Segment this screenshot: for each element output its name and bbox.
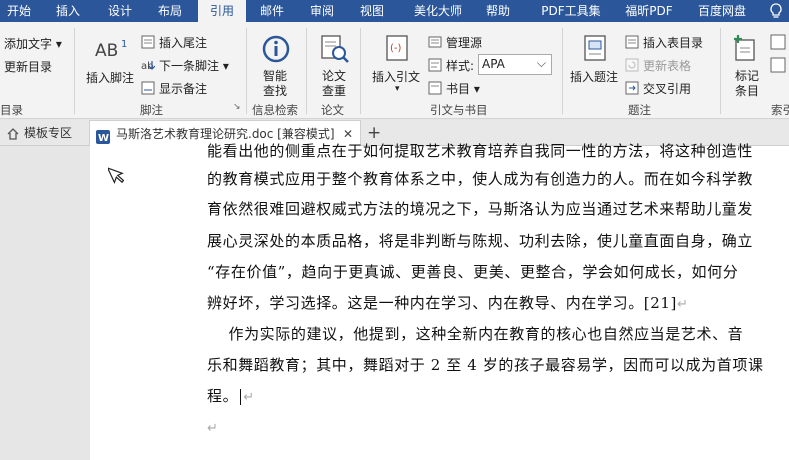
- insert-footnote-icon[interactable]: AB 1: [95, 38, 129, 64]
- insert-endnote-icon[interactable]: [141, 34, 155, 53]
- tab-layout[interactable]: 布局: [150, 0, 190, 22]
- next-footnote-button[interactable]: 下一条脚注 ▾: [159, 57, 229, 74]
- group-divider: [306, 28, 307, 114]
- insert-citation-icon[interactable]: (-): [384, 34, 412, 68]
- tab-design[interactable]: 设计: [100, 0, 140, 22]
- cross-reference-button[interactable]: 交叉引用: [643, 80, 691, 97]
- footnote-group-label: 脚注: [140, 103, 163, 117]
- group-divider: [246, 28, 247, 114]
- manage-sources-icon[interactable]: [428, 34, 442, 53]
- cross-reference-icon[interactable]: [625, 80, 639, 99]
- tab-mailings[interactable]: 邮件: [252, 0, 292, 22]
- insert-caption-icon[interactable]: [582, 34, 608, 68]
- tab-view[interactable]: 视图: [352, 0, 392, 22]
- insert-citation-dropdown-icon[interactable]: ▾: [395, 84, 400, 94]
- add-text-label: 添加文字: [4, 37, 53, 51]
- thesis-group-label: 论文: [321, 103, 344, 117]
- tab-foxit[interactable]: 福昕PDF: [618, 0, 680, 22]
- home-icon[interactable]: [6, 126, 20, 145]
- text-line-6: 辨好坏，学习选择。这是一种内在学习、内在教导、内在学习。[21]: [207, 294, 677, 312]
- tab-meihua[interactable]: 美化大师: [406, 0, 470, 22]
- group-divider: [74, 28, 75, 114]
- group-divider: [360, 28, 361, 114]
- lightbulb-icon[interactable]: [768, 2, 784, 24]
- next-footnote-label: 下一条脚注: [159, 59, 220, 73]
- mark-entry-icon[interactable]: [732, 34, 760, 68]
- text-line-1: 能看出他的侧重点在于如何提取艺术教育培养自我同一性的方法，将这种创造性: [207, 142, 754, 160]
- add-text-button[interactable]: 添加文字 ▾: [4, 35, 62, 52]
- svg-text:W: W: [98, 133, 109, 144]
- insert-index-icon[interactable]: [770, 34, 786, 54]
- group-divider: [720, 28, 721, 114]
- caption-group-label: 题注: [628, 103, 651, 117]
- tab-baidu[interactable]: 百度网盘: [692, 0, 752, 22]
- show-notes-icon[interactable]: [141, 80, 155, 99]
- style-select[interactable]: APA ⌵: [478, 54, 552, 75]
- index-group-label: 索引: [771, 103, 789, 117]
- chevron-down-icon: ⌵: [536, 56, 546, 70]
- paragraph-mark: ↵: [243, 390, 255, 405]
- ribbon-tab-bar: 开始 插入 设计 布局 引用 邮件 审阅 视图 美化大师 帮助 PDF工具集 福…: [0, 0, 789, 22]
- update-toc-button[interactable]: 更新目录: [4, 58, 52, 75]
- update-index-icon[interactable]: [770, 57, 786, 77]
- cursor-pointer-icon: [106, 164, 125, 190]
- document-area: 能看出他的侧重点在于如何提取艺术教育培养自我同一性的方法，将这种创造性 的教育模…: [0, 142, 789, 460]
- manage-sources-button[interactable]: 管理源: [446, 34, 482, 51]
- empty-line-container: ↵: [207, 418, 219, 436]
- paragraph-mark: ↵: [207, 421, 219, 436]
- text-line-4: 展心灵深处的本质品格，将是非判断与陈规、功利去除，使儿童直面自身，确立: [207, 232, 754, 250]
- insert-footnote-button[interactable]: 插入脚注: [86, 69, 134, 86]
- next-footnote-icon[interactable]: ab: [141, 57, 156, 76]
- paragraph-mark: ↵: [677, 297, 689, 312]
- thesis-check-label-2[interactable]: 查重: [322, 82, 346, 99]
- text-line-2: 的教育模式应用于整个教育体系之中，使人成为有创造力的人。而在如今科学教: [207, 170, 754, 188]
- ribbon: 添加文字 ▾ 更新目录 目录 AB 1 插入脚注 插入尾注 ab 下一条脚注 ▾ …: [0, 22, 789, 119]
- mark-entry-label-2[interactable]: 条目: [735, 82, 759, 99]
- bibliography-button[interactable]: 书目 ▾: [446, 80, 480, 97]
- svg-text:1: 1: [121, 39, 127, 50]
- text-line-6-container: 辨好坏，学习选择。这是一种内在学习、内在教导、内在学习。[21]↵: [207, 292, 689, 313]
- document-tab-title: 马斯洛艺术教育理论研究.doc [兼容模式]: [116, 127, 335, 141]
- tab-insert[interactable]: 插入: [48, 0, 88, 22]
- text-line-9-container: 程。 ↵: [207, 385, 255, 406]
- thesis-check-icon[interactable]: [320, 34, 350, 68]
- dialog-launcher-icon[interactable]: ↘: [233, 102, 241, 112]
- svg-text:(-): (-): [390, 43, 402, 54]
- text-line-7: 作为实际的建议，他提到，这种全新内在教育的核心也自然应当是艺术、音: [207, 325, 744, 343]
- style-select-value: APA: [482, 57, 505, 71]
- update-table-button: 更新表格: [643, 59, 692, 73]
- tab-help[interactable]: 帮助: [478, 0, 518, 22]
- bibliography-icon[interactable]: [428, 80, 442, 99]
- info-group-label: 信息检索: [252, 103, 298, 117]
- text-line-3: 育依然很难回避权威式方法的境况之下，马斯洛认为应当通过艺术来帮助儿童发: [207, 200, 754, 218]
- tab-references[interactable]: 引用: [198, 0, 246, 22]
- smart-lookup-label-2[interactable]: 查找: [263, 82, 287, 99]
- insert-citation-button[interactable]: 插入引文: [372, 68, 420, 85]
- update-table-icon: [625, 57, 639, 76]
- toc-group-label: 目录: [0, 103, 23, 117]
- style-icon: [428, 57, 442, 76]
- bibliography-label: 书目: [446, 82, 471, 96]
- insert-table-of-figures-button[interactable]: 插入表目录: [643, 34, 703, 51]
- style-label: 样式:: [446, 59, 475, 73]
- text-line-9: 程。: [207, 387, 239, 405]
- tab-review[interactable]: 审阅: [302, 0, 342, 22]
- citation-group-label: 引文与书目: [430, 103, 488, 117]
- svg-text:AB: AB: [95, 41, 118, 60]
- tab-pdf-tools[interactable]: PDF工具集: [532, 0, 610, 22]
- text-line-8: 乐和舞蹈教育；其中，舞蹈对于 2 至 4 岁的孩子最容易学，因而可以成为首项课: [207, 356, 764, 374]
- group-divider: [562, 28, 563, 114]
- insert-caption-button[interactable]: 插入题注: [570, 68, 618, 85]
- tab-start[interactable]: 开始: [0, 0, 38, 22]
- tab-template-zone[interactable]: 模板专区: [24, 120, 72, 146]
- table-of-figures-icon[interactable]: [625, 34, 639, 53]
- show-notes-button[interactable]: 显示备注: [159, 80, 207, 97]
- text-line-5: “存在价值”，趋向于更真诚、更善良、更美、更整合，学会如何成长，如何分: [207, 263, 739, 281]
- smart-lookup-icon[interactable]: [261, 34, 291, 68]
- insert-endnote-button[interactable]: 插入尾注: [159, 34, 207, 51]
- text-caret: [240, 389, 242, 405]
